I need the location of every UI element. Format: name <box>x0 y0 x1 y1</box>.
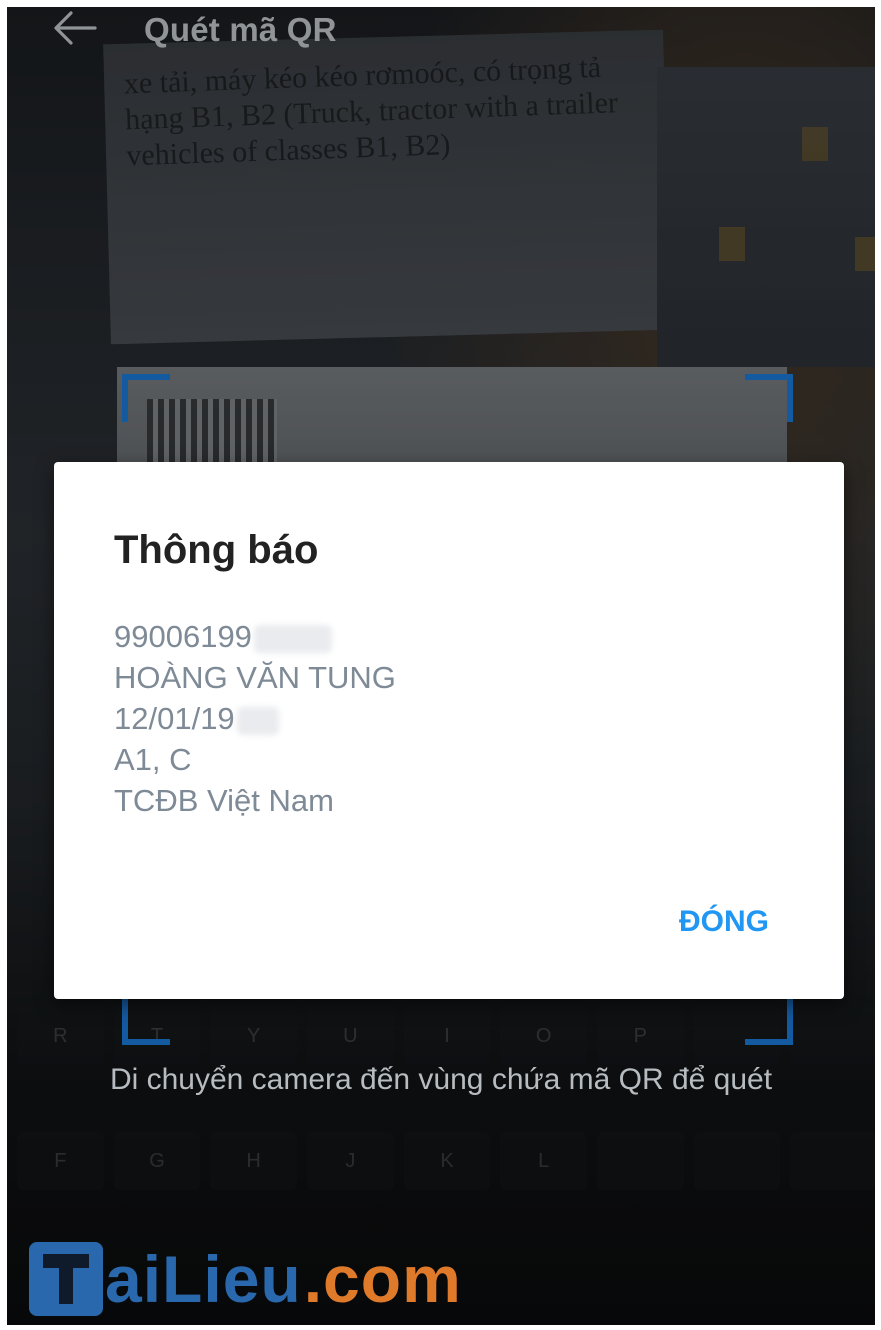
holder-name: HOÀNG VĂN TUNG <box>114 660 396 695</box>
license-number: 99006199 <box>114 619 252 654</box>
scan-hint-text: Di chuyển camera đến vùng chứa mã QR để … <box>109 1063 773 1096</box>
license-classes: A1, C <box>114 742 192 777</box>
issuing-authority: TCĐB Việt Nam <box>114 783 334 818</box>
birth-date-row: 12/01/19 <box>114 698 714 739</box>
redacted-mask <box>236 706 279 735</box>
dialog-title: Thông báo <box>114 528 319 572</box>
watermark-text-main: aiLieu <box>105 1242 302 1316</box>
watermark-text-domain: .com <box>303 1242 462 1316</box>
notification-dialog: Thông báo 99006199 HOÀNG VĂN TUNG 12/01/… <box>54 462 844 999</box>
watermark-logo: aiLieu .com <box>29 1237 462 1321</box>
logo-t-icon <box>29 1242 103 1316</box>
redacted-mask <box>253 624 332 653</box>
camera-screen: xe tải, máy kéo kéo rơmoóc, có trọng tả … <box>7 7 875 1325</box>
dialog-content: 99006199 HOÀNG VĂN TUNG 12/01/19 A1, C T… <box>114 616 714 821</box>
birth-date: 12/01/19 <box>114 701 235 736</box>
close-button[interactable]: ĐÓNG <box>664 894 784 950</box>
license-number-row: 99006199 <box>114 616 714 657</box>
